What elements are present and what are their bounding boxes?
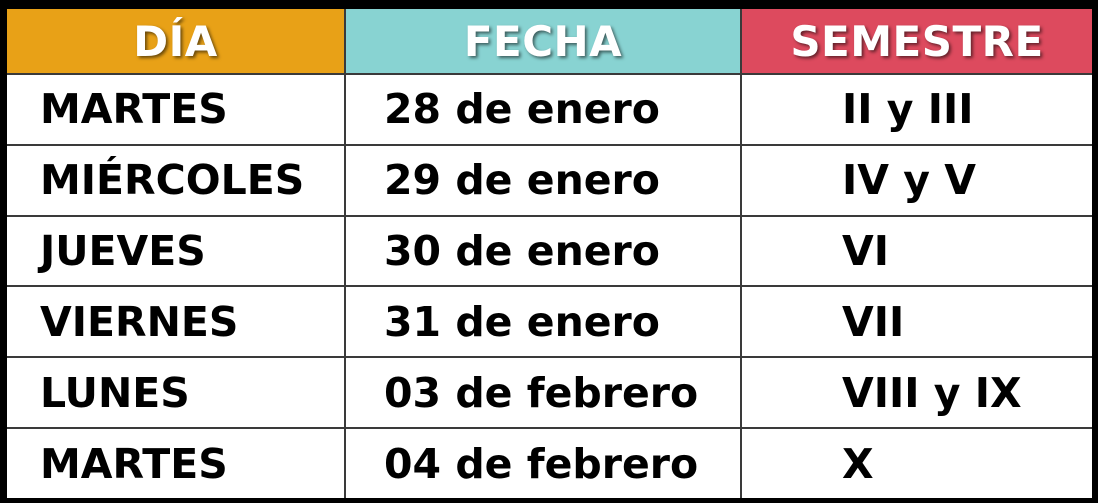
semester-cell: IV y V (741, 143, 1092, 216)
header-semester: SEMESTRE (741, 9, 1092, 74)
day-cell: LUNES (7, 356, 346, 429)
table-row: MIÉRCOLES 29 de enero IV y V (7, 143, 1092, 216)
date-cell: 31 de enero (345, 285, 742, 358)
table-row: LUNES 03 de febrero VIII y IX (7, 356, 1092, 429)
date-cell: 30 de enero (345, 214, 742, 287)
table-row: JUEVES 30 de enero VI (7, 214, 1092, 287)
table-row: VIERNES 31 de enero VII (7, 285, 1092, 358)
header-row: DÍA FECHA SEMESTRE (7, 9, 1092, 74)
semester-cell: X (741, 427, 1092, 498)
date-cell: 28 de enero (345, 73, 742, 145)
table-header: DÍA FECHA SEMESTRE (7, 9, 1092, 74)
date-cell: 03 de febrero (345, 356, 742, 429)
day-cell: JUEVES (7, 214, 346, 287)
table-row: MARTES 28 de enero II y III (7, 73, 1092, 145)
semester-cell: VII (741, 285, 1092, 358)
table-body: MARTES 28 de enero II y III MIÉRCOLES 29… (7, 73, 1092, 498)
day-cell: MARTES (7, 427, 346, 498)
semester-cell: VI (741, 214, 1092, 287)
semester-cell: VIII y IX (741, 356, 1092, 429)
day-cell: MARTES (7, 73, 346, 145)
header-date: FECHA (345, 9, 742, 74)
schedule-table: DÍA FECHA SEMESTRE MARTES 28 de enero II… (7, 9, 1092, 498)
date-cell: 04 de febrero (345, 427, 742, 498)
day-cell: VIERNES (7, 285, 346, 358)
day-cell: MIÉRCOLES (7, 143, 346, 216)
semester-cell: II y III (741, 73, 1092, 145)
table-row: MARTES 04 de febrero X (7, 427, 1092, 498)
schedule-frame: DÍA FECHA SEMESTRE MARTES 28 de enero II… (0, 0, 1098, 503)
header-day: DÍA (7, 9, 346, 74)
date-cell: 29 de enero (345, 143, 742, 216)
